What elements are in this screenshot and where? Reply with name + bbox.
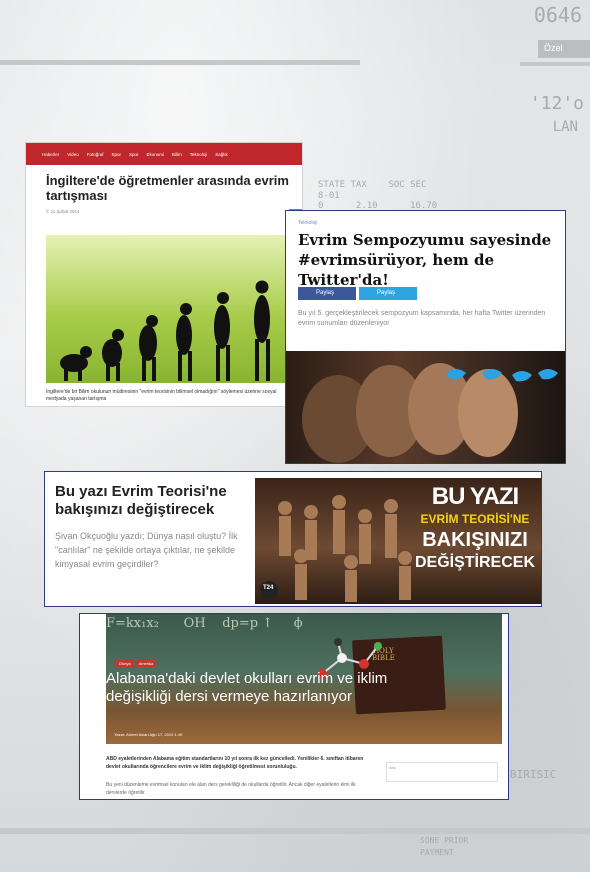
evolution-image [46,235,302,383]
article-title[interactable]: Bu yazı Evrim Teorisi'ne bakışınızı deği… [55,483,245,519]
news-card-alabama[interactable]: F=kx₁x₂ OH dp=p ↑ ϕ HOLY BIBLE Dünya Amer… [79,613,509,800]
nav-item[interactable]: Teknoloji [190,152,208,157]
article-body: Bu yeni düzenleme evrimsel konuları ele … [106,782,356,796]
nav-item[interactable]: Spor [129,152,139,157]
article-lead: İngiltere'de bir Bilim okulunun müdiresi… [46,389,277,402]
t24-logo: T24 [263,585,274,591]
share-buttons: Paylaş Paylaş [298,287,417,300]
article-title[interactable]: İngiltere'de öğretmenler arasında evrim … [46,173,291,204]
nav-item[interactable]: Haberler [42,152,59,157]
hominid-faces-image [286,351,565,463]
sidebar-search-box[interactable]: Ara [386,762,498,782]
banner-line-2: EVRİM TEORİSİ'NE [420,512,530,527]
article-category[interactable]: Teknoloji [298,220,565,226]
news-card-twitter-symposium[interactable]: Teknoloji Evrim Sempozyumu sayesinde #ev… [285,210,566,464]
article-lead: Bu yıl 5. gerçekleştirilecek sempozyum k… [298,310,546,328]
site-nav-bar: Haberler Video Fotoğraf Spor Spor Ekonomi Bili… [26,143,302,165]
article-date: © 11 Şubat 2014 [46,209,80,214]
hominid-faces-illustration [302,363,558,463]
facebook-share-button[interactable]: Paylaş [298,287,356,300]
background-stripe-bottom [0,828,590,834]
background-table-header: STATE TAX SOC SEC [318,180,427,190]
nav-item[interactable]: Bilim [172,152,182,157]
nav-item[interactable]: Ekonomi [147,152,165,157]
nav-item[interactable]: Video [67,152,78,157]
background-bottom-text: SONE PRIOR [420,836,469,845]
background-stripe-top [0,60,360,65]
crowd-image: T24 BU YAZI EVRİM TEORİSİ'NE BAKIŞINIZI … [255,478,541,604]
article-tags: Dünya Amerika [116,660,157,667]
nav-item[interactable]: Fotoğraf [87,152,104,157]
evolution-silhouettes [60,280,270,381]
headline-banner: BU YAZI EVRİM TEORİSİ'NE BAKIŞINIZI DEĞİ… [415,484,535,572]
category-tag[interactable]: Dünya [116,660,134,667]
article-lead: Şivan Okçuoğlu yazdı; Dünya nasıl oluştu… [55,531,238,569]
chalkboard-formulas: F=kx₁x₂ OH dp=p ↑ ϕ [106,616,303,631]
news-card-t24[interactable]: Bu yazı Evrim Teorisi'ne bakışınızı deği… [44,471,542,607]
background-bottom-text: BIRISIC [510,768,557,781]
article-meta: Yazar: Ahmet Aslan Ağu 17, 2019 1.4K [114,732,183,737]
banner-line-4: DEĞİŞTİRECEK [414,553,535,571]
background-number: 0646 [533,3,582,27]
article-title[interactable]: Evrim Sempozyumu sayesinde #evrimsürüyor… [298,231,553,290]
twitter-share-button[interactable]: Paylaş [359,287,417,300]
nav-item[interactable]: Spor [111,152,121,157]
background-lan-text: LAN [552,119,578,135]
banner-line-1: BU YAZI [431,483,519,510]
news-card-bbc[interactable]: Haberler Video Fotoğraf Spor Spor Ekonomi Bili… [25,142,303,407]
background-stripe-right [520,62,590,66]
background-stamp: '12'o [529,93,584,114]
banner-line-3: BAKIŞINIZI [422,528,528,551]
category-tag[interactable]: Amerika [135,660,157,667]
article-title[interactable]: Alabama'daki devlet okulları evrim ve ik… [106,670,406,707]
nav-item[interactable]: Sağlık [215,152,228,157]
background-doc-tab: Özel [538,40,590,58]
article-lead: ABD eyaletlerinden Alabama eğitim standa… [106,756,364,770]
background-bottom-text: PAYMENT [420,848,454,857]
